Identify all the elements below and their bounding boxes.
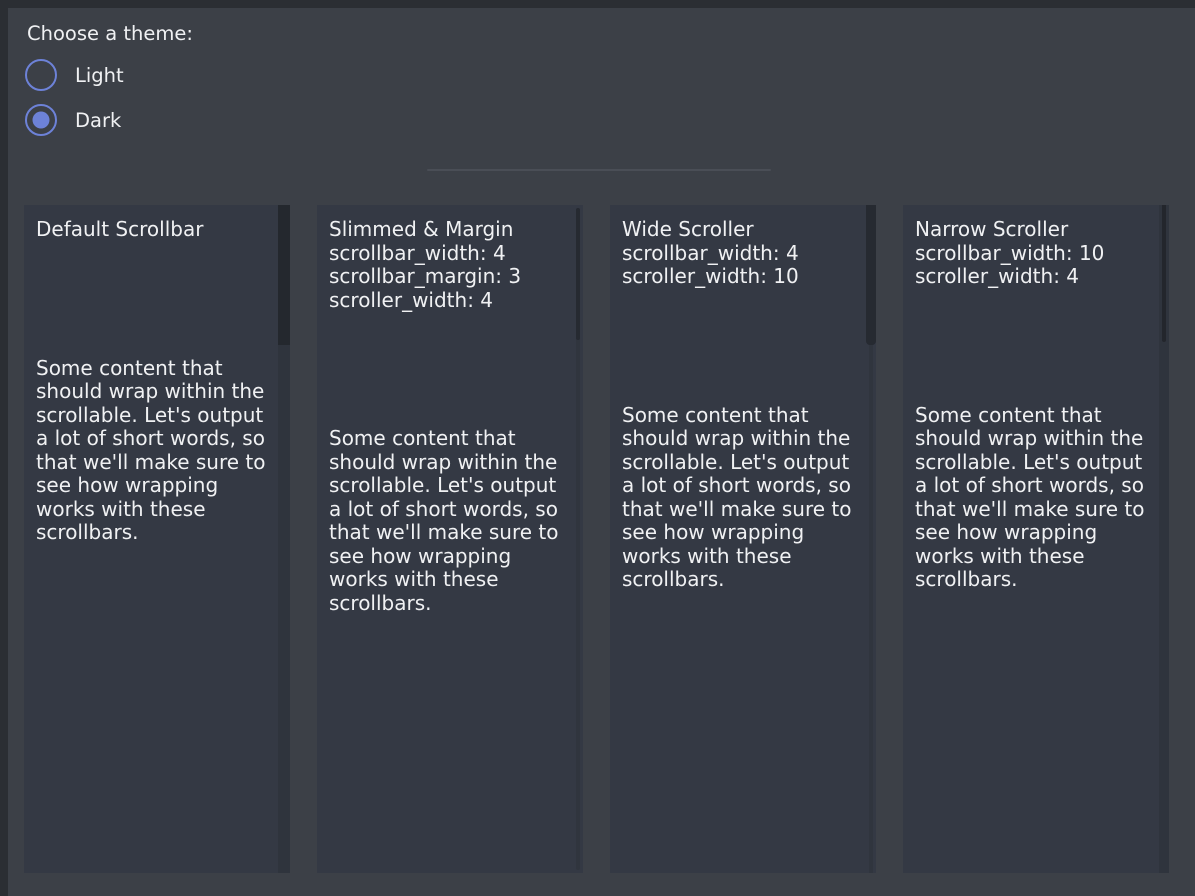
scrollbar-thumb[interactable] bbox=[1162, 205, 1166, 342]
panel-default-scrollbar[interactable]: Default Scrollbar Some content that shou… bbox=[24, 205, 290, 873]
panel-narrow-scroller[interactable]: Narrow Scroller scrollbar_width: 10 scro… bbox=[903, 205, 1169, 873]
panel-content-text: Some content that should wrap within the… bbox=[622, 404, 862, 592]
window-frame-left bbox=[0, 0, 8, 896]
section-divider bbox=[427, 169, 771, 171]
panel-content-text: Some content that should wrap within the… bbox=[915, 404, 1155, 592]
panel-content-text: Some content that should wrap within the… bbox=[36, 357, 276, 545]
panel-param: scrollbar_width: 10 bbox=[915, 242, 1157, 266]
theme-radio-dark-label: Dark bbox=[75, 109, 121, 132]
panel-slimmed-margin[interactable]: Slimmed & Margin scrollbar_width: 4 scro… bbox=[317, 205, 583, 873]
radio-circle-icon[interactable] bbox=[25, 59, 57, 91]
scrollbar-thumb[interactable] bbox=[576, 208, 580, 340]
scrollbar-thumb[interactable] bbox=[278, 205, 290, 345]
panel-title: Default Scrollbar bbox=[36, 218, 278, 242]
theme-radio-light-label: Light bbox=[75, 64, 124, 87]
panel-title: Wide Scroller bbox=[622, 218, 864, 242]
panel-param: scrollbar_width: 4 bbox=[329, 242, 571, 266]
window-frame-top bbox=[0, 0, 1195, 8]
radio-circle-icon[interactable] bbox=[25, 104, 57, 136]
panel-wide-scroller[interactable]: Wide Scroller scrollbar_width: 4 scrolle… bbox=[610, 205, 876, 873]
panel-header: Slimmed & Margin scrollbar_width: 4 scro… bbox=[329, 218, 571, 312]
panel-content-text: Some content that should wrap within the… bbox=[329, 427, 569, 615]
panel-param: scrollbar_width: 4 bbox=[622, 242, 864, 266]
panel-header: Wide Scroller scrollbar_width: 4 scrolle… bbox=[622, 218, 864, 289]
panel-title: Narrow Scroller bbox=[915, 218, 1157, 242]
scrollbar-thumb[interactable] bbox=[866, 205, 876, 345]
theme-radio-dark[interactable]: Dark bbox=[25, 104, 121, 136]
panel-param: scrollbar_margin: 3 bbox=[329, 265, 571, 289]
panel-header: Default Scrollbar bbox=[36, 218, 278, 242]
panel-title: Slimmed & Margin bbox=[329, 218, 571, 242]
panel-header: Narrow Scroller scrollbar_width: 10 scro… bbox=[915, 218, 1157, 289]
panel-param: scroller_width: 4 bbox=[329, 289, 571, 313]
app-window: Choose a theme: Light Dark Default Scrol… bbox=[0, 0, 1195, 896]
panel-param: scroller_width: 10 bbox=[622, 265, 864, 289]
theme-chooser-label: Choose a theme: bbox=[27, 22, 193, 46]
panel-param: scroller_width: 4 bbox=[915, 265, 1157, 289]
theme-radio-light[interactable]: Light bbox=[25, 59, 124, 91]
